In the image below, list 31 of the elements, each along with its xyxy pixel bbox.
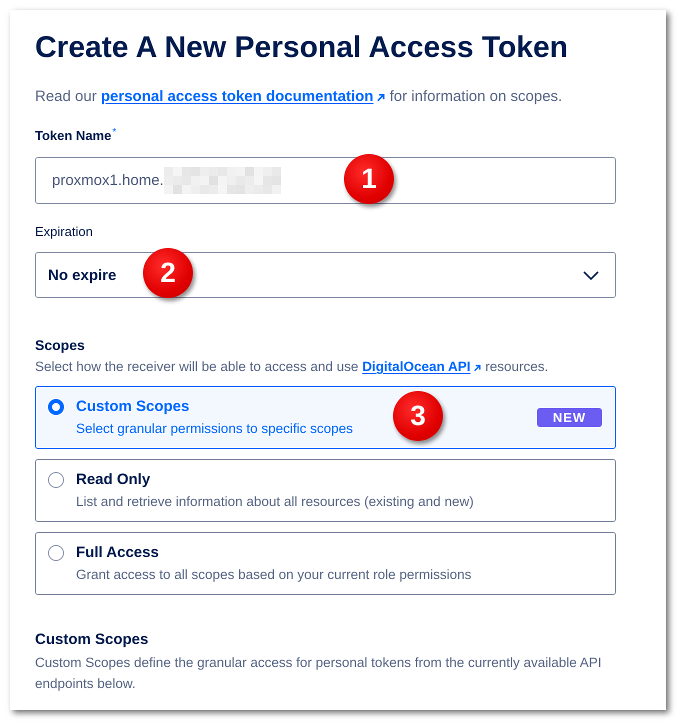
option-description: Grant access to all scopes based on your current role permissions — [76, 566, 472, 583]
field-label: Expiration — [35, 223, 93, 241]
option-title: Read Only — [76, 471, 150, 489]
arrow-up-right-icon — [473, 364, 482, 372]
radio-button[interactable] — [48, 472, 64, 488]
section-label: Scopes — [35, 336, 85, 354]
option-title: Full Access — [76, 544, 159, 562]
required-mark: * — [112, 127, 116, 138]
scope-option[interactable]: Read Only List and retrieve information about all resources (existing and new) — [35, 459, 616, 522]
documentation-link[interactable]: personal access token documentation — [100, 88, 386, 105]
page-title: Create A New Personal Access Token — [35, 30, 569, 66]
arrow-up-right-icon — [376, 93, 386, 102]
radio-button[interactable] — [48, 399, 64, 415]
intro-text: Read our personal access token documentation for information on scopes. — [35, 87, 564, 107]
option-title: Custom Scopes — [76, 398, 190, 416]
step-marker: 3 — [393, 390, 443, 440]
field-label: Token Name — [35, 127, 112, 145]
scope-option[interactable]: Custom Scopes Select granular permissions to specific scopes 3 NEW — [35, 386, 616, 449]
chevron-down-icon — [583, 270, 599, 280]
section-heading: Custom Scopes — [35, 630, 150, 650]
api-link[interactable]: DigitalOcean API — [362, 359, 482, 374]
option-description: Select granular permissions to specific scopes — [76, 420, 353, 437]
scope-option[interactable]: Full Access Grant access to all scopes based on your current role permissions — [35, 532, 616, 595]
step-marker: 1 — [344, 154, 394, 204]
token-name-input[interactable]: proxmox1.home. 1 — [35, 157, 616, 204]
step-marker: 2 — [143, 248, 193, 298]
new-tag: NEW — [537, 408, 602, 427]
option-description: List and retrieve information about all resources (existing and new) — [76, 493, 474, 510]
section-description: Custom Scopes define the granular access for personal tokens from the currently available API endpoints below. — [35, 654, 603, 693]
scopes-hint: Select how the receiver will be able to access and use DigitalOcean API resources. — [35, 358, 550, 376]
radio-button[interactable] — [48, 545, 64, 561]
